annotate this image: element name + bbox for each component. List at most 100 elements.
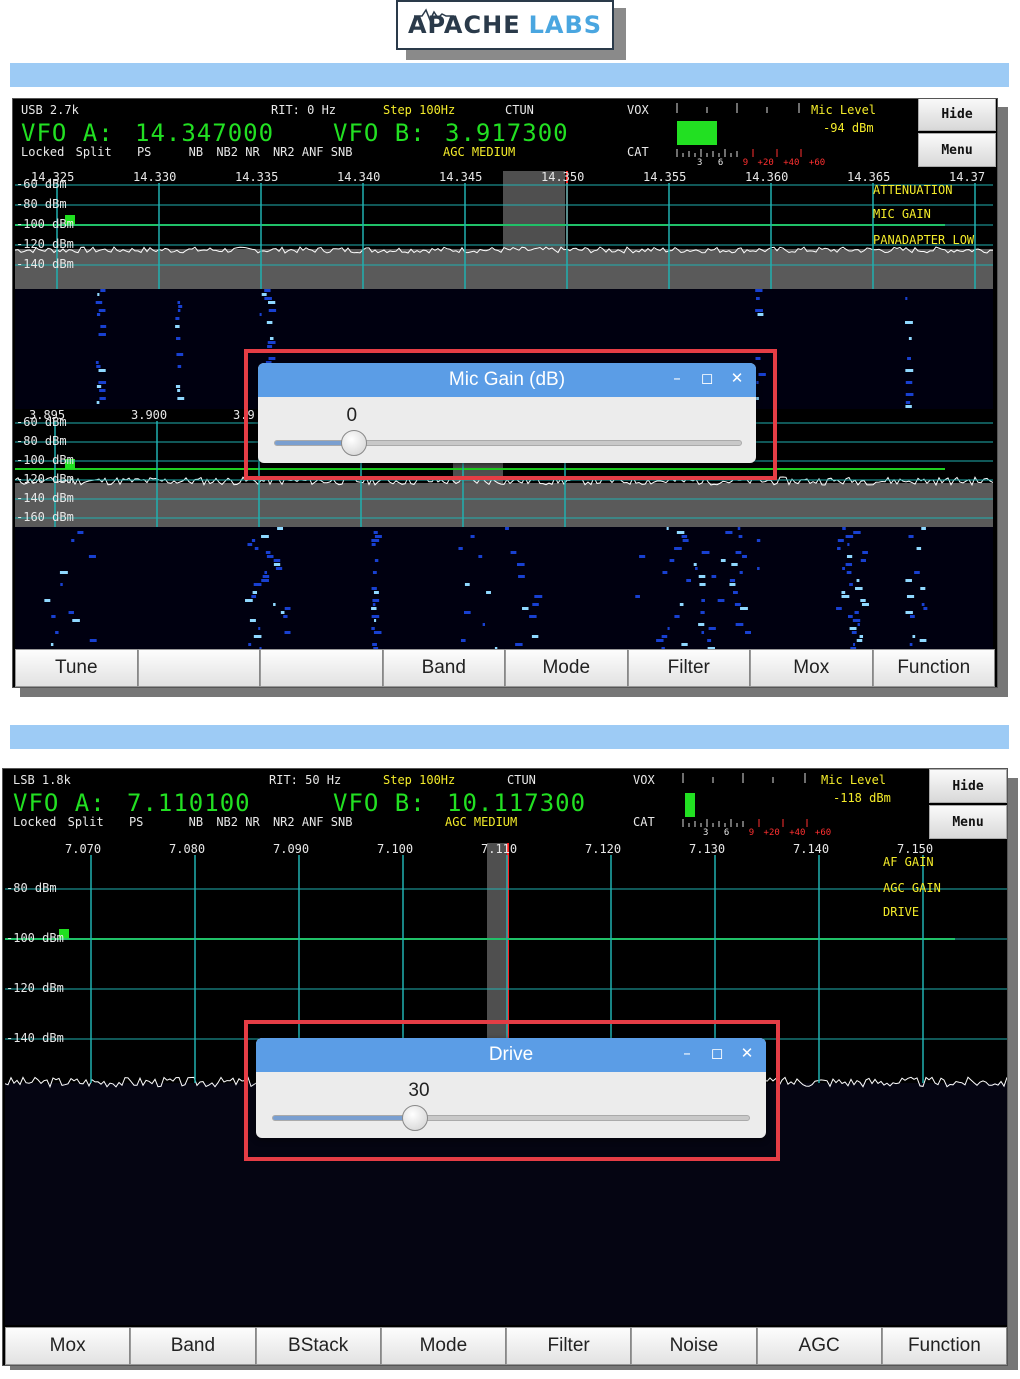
vfo-b-frequency[interactable]: 3.917300 — [445, 119, 569, 147]
mode-filter-label[interactable]: LSB 1.8k — [13, 773, 71, 787]
meter-scale: 3 6 9 +20 +40 +60 — [697, 158, 826, 168]
rit-label[interactable]: RIT: 0 Hz — [271, 103, 336, 117]
mox-button[interactable]: Mox — [5, 1327, 131, 1365]
bottom-button-bar: Mox Band BStack Mode Filter Noise AGC Fu… — [5, 1327, 1007, 1365]
noise-button[interactable]: Noise — [631, 1327, 757, 1365]
status-nr2[interactable]: NR2 — [273, 815, 295, 829]
slider-value: 30 — [408, 1080, 430, 1101]
vfo-b-label[interactable]: VFO B: — [333, 789, 426, 817]
freq-tick-label: 3.900 — [131, 409, 168, 422]
step-label[interactable]: Step 100Hz — [383, 773, 455, 787]
slider-fill — [273, 1116, 416, 1120]
mode-button[interactable]: Mode — [380, 1327, 506, 1365]
mode-button[interactable]: Mode — [505, 649, 628, 687]
maximize-icon[interactable]: ◻ — [698, 369, 716, 387]
vox-label[interactable]: VOX — [627, 103, 649, 117]
dialog-title-bar[interactable]: Mic Gain (dB) – ◻ ✕ — [258, 363, 756, 397]
ctun-label[interactable]: CTUN — [505, 103, 534, 117]
freq-tick-label: 7.130 — [689, 843, 726, 856]
drive-slider[interactable] — [272, 1115, 750, 1121]
band-button[interactable]: Band — [130, 1327, 256, 1365]
slider-handle[interactable] — [402, 1105, 429, 1131]
rit-label[interactable]: RIT: 50 Hz — [269, 773, 341, 787]
status-anf[interactable]: ANF — [302, 145, 324, 159]
menu-button[interactable]: Menu — [918, 133, 996, 167]
status-nr[interactable]: NR — [245, 815, 259, 829]
function-button[interactable]: Function — [872, 649, 995, 687]
section-divider-1 — [10, 63, 1009, 87]
filter-button[interactable]: Filter — [627, 649, 750, 687]
mic-gain-label[interactable]: MIC GAIN — [873, 207, 931, 221]
dbm-tick-label: -120 dBm — [16, 472, 74, 486]
vfo-b-label[interactable]: VFO B: — [333, 119, 426, 147]
step-label[interactable]: Step 100Hz — [383, 103, 455, 117]
function-button[interactable]: Function — [881, 1327, 1007, 1365]
mic-level-bar — [685, 793, 695, 817]
dialog-title-bar[interactable]: Drive – ◻ ✕ — [256, 1038, 766, 1072]
mox-button[interactable]: Mox — [750, 649, 873, 687]
ctun-label[interactable]: CTUN — [507, 773, 536, 787]
status-ps[interactable]: PS — [129, 815, 143, 829]
status-locked[interactable]: Locked — [21, 145, 64, 159]
status-row: Locked Split PS NB NB2 NR NR2 ANF SNB — [13, 815, 352, 829]
status-split[interactable]: Split — [68, 815, 104, 829]
close-icon[interactable]: ✕ — [738, 1044, 756, 1062]
status-nb2[interactable]: NB2 — [216, 145, 238, 159]
panadapter-low-label[interactable]: PANADAPTER LOW — [873, 233, 974, 247]
minimize-icon[interactable]: – — [668, 369, 686, 387]
cat-label: CAT — [633, 815, 655, 829]
status-snb[interactable]: SNB — [331, 815, 353, 829]
slider-handle[interactable] — [340, 430, 367, 456]
status-snb[interactable]: SNB — [331, 145, 353, 159]
status-ps[interactable]: PS — [137, 145, 151, 159]
bstack-button[interactable]: BStack — [255, 1327, 381, 1365]
status-nr[interactable]: NR — [245, 145, 259, 159]
attenuation-label[interactable]: ATTENUATION — [873, 183, 952, 197]
agc-button[interactable]: AGC — [756, 1327, 882, 1365]
status-nb2[interactable]: NB2 — [216, 815, 238, 829]
dbm-tick-label: -100 dBm — [16, 453, 74, 467]
maximize-icon[interactable]: ◻ — [708, 1044, 726, 1062]
freq-tick-label: 14.360 — [745, 171, 789, 184]
mode-filter-label[interactable]: USB 2.7k — [21, 103, 79, 117]
blank-button-1[interactable] — [137, 649, 260, 687]
vfo-a-label[interactable]: VFO A: — [21, 119, 114, 147]
band-button[interactable]: Band — [382, 649, 505, 687]
freq-tick-label: 14.355 — [643, 171, 687, 184]
status-nr2[interactable]: NR2 — [273, 145, 295, 159]
status-anf[interactable]: ANF — [302, 815, 324, 829]
minimize-icon[interactable]: – — [678, 1044, 696, 1062]
panadapter-vfo-a[interactable]: 14.325 14.330 14.335 14.340 14.345 14.350 14.3… — [15, 171, 993, 289]
status-locked[interactable]: Locked — [13, 815, 56, 829]
drive-label[interactable]: DRIVE — [883, 905, 919, 919]
status-split[interactable]: Split — [76, 145, 112, 159]
vfo-b-frequency[interactable]: 10.117300 — [447, 789, 586, 817]
hide-button[interactable]: Hide — [918, 99, 996, 131]
hide-button[interactable]: Hide — [929, 769, 1007, 803]
vfo-a-frequency[interactable]: 14.347000 — [135, 119, 274, 147]
tune-button[interactable]: Tune — [15, 649, 138, 687]
vfo-a-frequency[interactable]: 7.110100 — [127, 789, 251, 817]
mic-level-value: -118 dBm — [833, 791, 891, 805]
menu-button[interactable]: Menu — [929, 805, 1007, 839]
signal-wave-icon — [414, 8, 454, 22]
dbm-tick-label: -160 dBm — [16, 510, 74, 524]
dbm-tick-label: -120 dBm — [16, 237, 74, 251]
vox-label[interactable]: VOX — [633, 773, 655, 787]
status-nb[interactable]: NB — [189, 815, 203, 829]
status-nb[interactable]: NB — [189, 145, 203, 159]
close-icon[interactable]: ✕ — [728, 369, 746, 387]
agc-gain-label[interactable]: AGC GAIN — [883, 881, 941, 895]
freq-tick-label: 14.330 — [133, 171, 177, 184]
drive-dialog: Drive – ◻ ✕ 30 — [256, 1038, 766, 1138]
vfo-a-label[interactable]: VFO A: — [13, 789, 106, 817]
filter-button[interactable]: Filter — [506, 1327, 632, 1365]
dbm-tick-label: -100 dBm — [6, 931, 64, 945]
agc-label[interactable]: AGC MEDIUM — [443, 145, 515, 159]
agc-label[interactable]: AGC MEDIUM — [445, 815, 517, 829]
dbm-tick-label: -80 dBm — [16, 197, 67, 211]
dbm-tick-label: -80 dBm — [16, 434, 67, 448]
waterfall-vfo-b[interactable] — [15, 527, 993, 649]
blank-button-2[interactable] — [260, 649, 383, 687]
af-gain-label[interactable]: AF GAIN — [883, 855, 934, 869]
